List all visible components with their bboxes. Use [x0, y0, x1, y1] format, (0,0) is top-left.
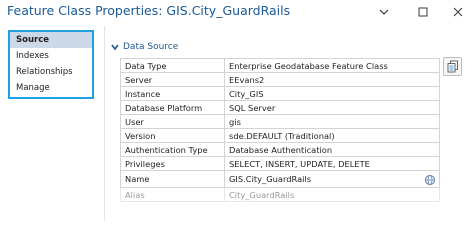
table-row: Server EEvans2	[120, 72, 440, 87]
window-title: Feature Class Properties: GIS.City_Guard…	[7, 3, 291, 18]
property-value: Enterprise Geodatabase Feature Class	[224, 58, 440, 73]
property-value: Database Authentication	[224, 142, 440, 157]
panel-separator	[104, 26, 105, 221]
property-value: City_GIS	[224, 86, 440, 101]
table-row: User gis	[120, 114, 440, 129]
chevron-down-icon	[379, 9, 389, 15]
section-title: Data Source	[123, 42, 179, 52]
property-key: Instance	[120, 86, 225, 101]
title-bar: Feature Class Properties: GIS.City_Guard…	[0, 0, 474, 26]
table-row: Privileges SELECT, INSERT, UPDATE, DELET…	[120, 156, 440, 171]
table-row: Name GIS.City_GuardRails	[120, 170, 440, 188]
table-row: Version sde.DEFAULT (Traditional)	[120, 128, 440, 143]
property-key: Database Platform	[120, 100, 225, 115]
property-key: User	[120, 114, 225, 129]
name-field-wrapper: GIS.City_GuardRails	[229, 174, 436, 186]
globe-icon[interactable]	[424, 174, 436, 186]
data-source-section-header[interactable]: Data Source	[110, 40, 178, 54]
copy-button[interactable]	[443, 57, 462, 76]
property-value: SQL Server	[224, 100, 440, 115]
table-row: Authentication Type Database Authenticat…	[120, 142, 440, 157]
property-key: Privileges	[120, 156, 225, 171]
property-value: City_GuardRails	[224, 187, 440, 202]
nav-item-manage[interactable]: Manage	[10, 80, 92, 96]
nav-item-source[interactable]: Source	[10, 32, 92, 48]
close-icon	[453, 7, 463, 17]
table-row: Database Platform SQL Server	[120, 100, 440, 115]
nav-item-indexes[interactable]: Indexes	[10, 48, 92, 64]
table-row: Alias City_GuardRails	[120, 187, 440, 202]
name-field[interactable]: GIS.City_GuardRails	[224, 170, 440, 188]
name-value: GIS.City_GuardRails	[229, 174, 312, 184]
property-key: Data Type	[120, 58, 225, 73]
window-menu-button[interactable]	[371, 1, 397, 23]
property-key: Alias	[120, 187, 225, 202]
close-button[interactable]	[445, 1, 471, 23]
nav-item-relationships[interactable]: Relationships	[10, 64, 92, 80]
property-value: SELECT, INSERT, UPDATE, DELETE	[224, 156, 440, 171]
property-value: EEvans2	[224, 72, 440, 87]
copy-icon	[447, 60, 458, 73]
property-key: Name	[120, 170, 225, 188]
property-key: Server	[120, 72, 225, 87]
property-key: Version	[120, 128, 225, 143]
maximize-button[interactable]	[410, 1, 436, 23]
properties-table: Data Type Enterprise Geodatabase Feature…	[120, 58, 440, 202]
property-value: sde.DEFAULT (Traditional)	[224, 128, 440, 143]
table-row: Data Type Enterprise Geodatabase Feature…	[120, 58, 440, 73]
maximize-icon	[418, 7, 428, 17]
chevron-down-icon	[111, 44, 119, 51]
property-key: Authentication Type	[120, 142, 225, 157]
properties-nav: Source Indexes Relationships Manage	[8, 30, 94, 99]
property-value: gis	[224, 114, 440, 129]
table-row: Instance City_GIS	[120, 86, 440, 101]
